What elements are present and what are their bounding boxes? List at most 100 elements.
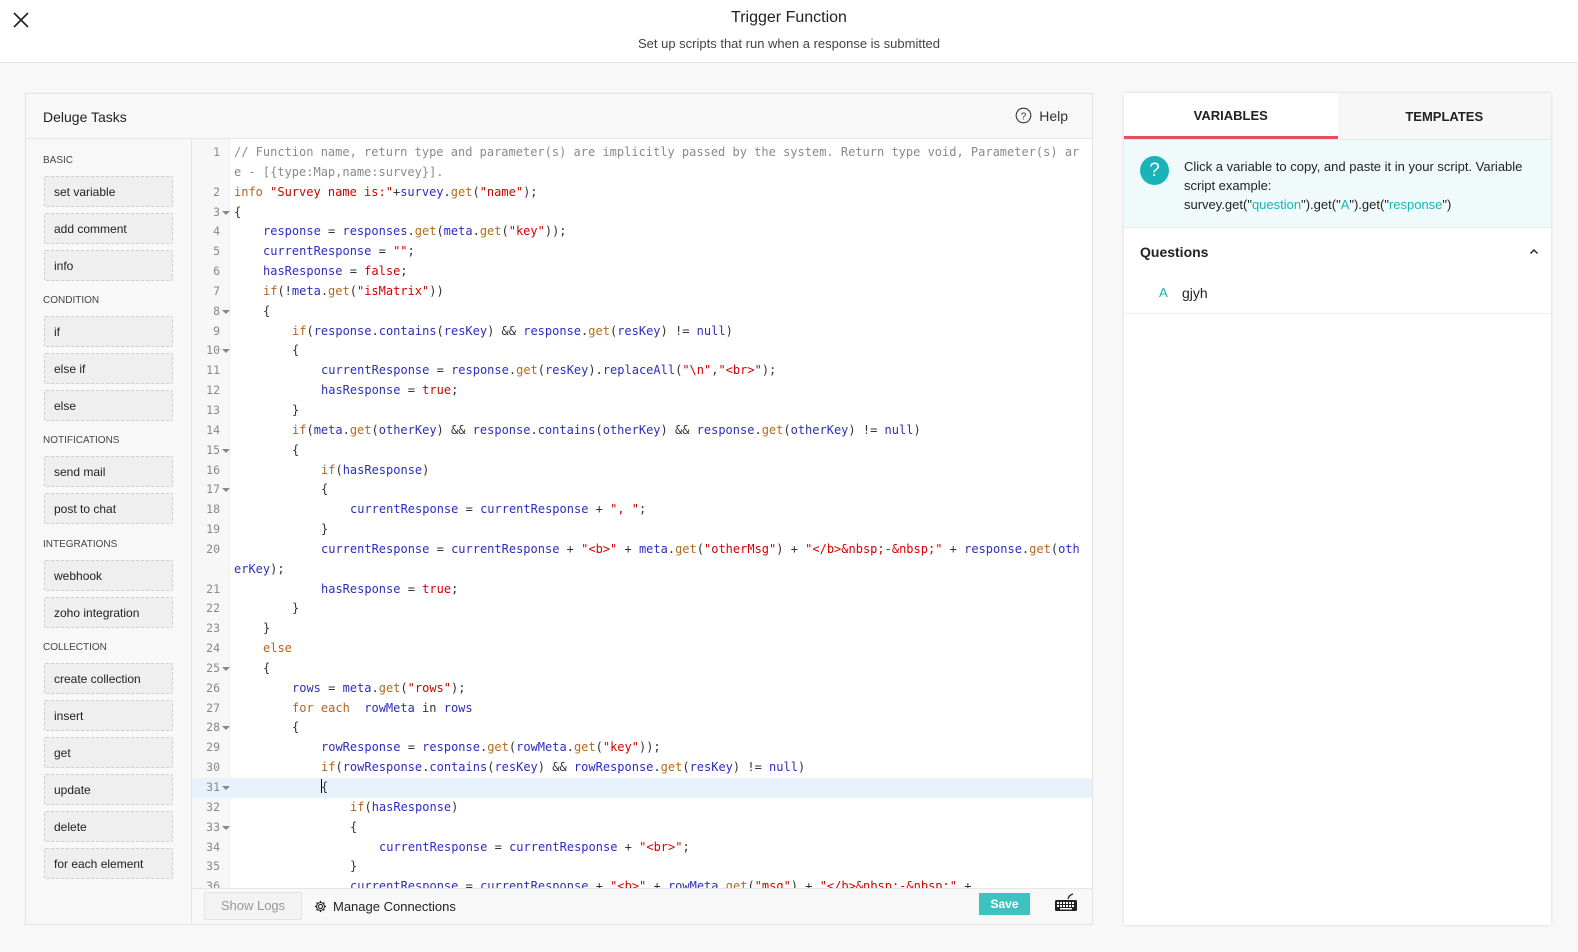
code-line[interactable]: 14 if(meta.get(otherKey) && response.cont… [192,421,1092,441]
task-item-add-comment[interactable]: add comment [44,213,173,244]
tab-variables[interactable]: VARIABLES [1124,93,1338,139]
line-number-text: 26 [206,680,220,695]
line-number: 29 [192,738,230,758]
code-line[interactable]: 28 { [192,718,1092,738]
code-line[interactable]: 7 if(!meta.get("isMatrix")) [192,282,1092,302]
task-item-for-each-element[interactable]: for each element [44,848,173,879]
code-line[interactable]: 16 if(hasResponse) [192,461,1092,481]
task-item-get[interactable]: get [44,737,173,768]
fold-arrow-icon[interactable] [222,666,230,671]
code-line[interactable]: 27 for each rowMeta in rows [192,699,1092,719]
code-line[interactable]: 18 currentResponse = currentResponse + ",… [192,500,1092,520]
task-item-webhook[interactable]: webhook [44,560,173,591]
code-token: . [371,680,379,695]
code-token: = [320,224,343,239]
task-item-post-to-chat[interactable]: post to chat [44,493,173,524]
code-token: responses [342,224,408,239]
question-icon: ? [1140,156,1169,185]
question-item[interactable]: A gjyh [1124,278,1551,314]
task-item-zoho-integration[interactable]: zoho integration [44,597,173,628]
tab-templates[interactable]: TEMPLATES [1337,93,1551,139]
code-line[interactable]: 32 if(hasResponse) [192,798,1092,818]
code-line[interactable]: 1 // Function name, return type and param… [192,143,1092,183]
task-item-else[interactable]: else [44,390,173,421]
task-item-if[interactable]: if [44,316,173,347]
code-line[interactable]: 13} [192,401,1092,421]
code-line[interactable]: 15 { [192,441,1092,461]
task-item-send-mail[interactable]: send mail [44,456,173,487]
line-source: { [230,203,1092,223]
task-item-delete[interactable]: delete [44,811,173,842]
code-line[interactable]: 17 { [192,480,1092,500]
code-area[interactable]: 1 // Function name, return type and param… [192,143,1092,888]
code-token: ); [523,184,538,199]
code-line[interactable]: 21 hasResponse = true; [192,580,1092,600]
chevron-up-icon[interactable] [1529,248,1539,255]
manage-connections-button[interactable]: Manage Connections [314,899,456,914]
code-line[interactable]: 11 currentResponse = response.get(resKey)… [192,361,1092,381]
line-number-text: 29 [206,740,220,755]
code-line[interactable]: 31 { [192,778,1092,798]
line-number-text: 17 [206,482,220,497]
info-description: Click a variable to copy, and paste it i… [1184,159,1523,193]
fold-arrow-icon[interactable] [222,210,230,215]
code-line[interactable]: 26 rows = meta.get("rows"); [192,679,1092,699]
help-button[interactable]: ? Help [1015,107,1068,124]
code-line[interactable]: 24 else [192,639,1092,659]
code-line[interactable]: 3{ [192,203,1092,223]
code-token: = [371,244,394,259]
task-item-set-variable[interactable]: set variable [44,176,173,207]
code-line[interactable]: 33 { [192,818,1092,838]
fold-arrow-icon[interactable] [222,488,230,493]
code-line[interactable]: 30 if(rowResponse.contains(resKey) && row… [192,758,1092,778]
questions-section-header[interactable]: Questions [1124,228,1551,278]
fold-arrow-icon[interactable] [222,349,230,354]
show-logs-button[interactable]: Show Logs [204,892,302,920]
task-item-else-if[interactable]: else if [44,353,173,384]
line-source: else [230,639,1092,659]
code-line[interactable]: 22} [192,599,1092,619]
code-line[interactable]: 20 currentResponse = currentResponse + "<… [192,540,1092,580]
code-line[interactable]: 19} [192,520,1092,540]
task-item-create-collection[interactable]: create collection [44,663,173,694]
code-line[interactable]: 5 currentResponse = ""; [192,242,1092,262]
fold-arrow-icon[interactable] [222,786,230,790]
task-item-insert[interactable]: insert [44,700,173,731]
code-line[interactable]: 25 { [192,659,1092,679]
task-item-info[interactable]: info [44,250,173,281]
line-number-text: 25 [206,660,220,675]
code-line[interactable]: 29 rowResponse = response.get(rowMeta.get… [192,738,1092,758]
code-token: rowMeta [516,740,567,755]
code-line[interactable]: 12 hasResponse = true; [192,381,1092,401]
task-sidebar: BASIC set variable add comment info CONDITIO… [26,139,192,924]
code-token: currentResponse [480,502,589,517]
question-text: gjyh [1182,285,1208,301]
line-number-text: 31 [206,780,220,794]
code-token: ) [913,422,921,437]
code-line[interactable]: 9 if(response.contains(resKey) && respons… [192,322,1092,342]
code-token: "Survey name is:" [270,184,393,199]
task-item-update[interactable]: update [44,774,173,805]
fold-arrow-icon[interactable] [222,309,230,314]
code-line[interactable]: 2 info "Survey name is:"+survey.get("name… [192,183,1092,203]
code-line[interactable]: 34 currentResponse = currentResponse + "<… [192,838,1092,858]
code-line[interactable]: 6 hasResponse = false; [192,262,1092,282]
code-line[interactable]: 35} [192,857,1092,877]
code-line[interactable]: 4 response = responses.get(meta.get("key"… [192,222,1092,242]
fold-arrow-icon[interactable] [222,825,230,830]
fold-arrow-icon[interactable] [222,448,230,453]
code-line[interactable]: 23} [192,619,1092,639]
fold-arrow-icon[interactable] [222,726,230,731]
code-line[interactable]: 10 { [192,341,1092,361]
category-label: INTEGRATIONS [43,539,118,550]
panel-tabs: VARIABLES TEMPLATES [1124,93,1551,140]
line-source: if(!meta.get("isMatrix")) [230,282,1092,302]
keyboard-shortcuts-button[interactable] [1054,893,1078,918]
code-token: ( [306,422,314,437]
code-token: } [321,522,329,537]
code-line[interactable]: 8{ [192,302,1092,322]
code-line[interactable]: 36 currentResponse = currentResponse + "<… [192,877,1092,888]
code-editor[interactable]: 1 // Function name, return type and param… [192,139,1092,888]
code-token: meta [313,422,343,437]
save-button[interactable]: Save [979,893,1030,915]
